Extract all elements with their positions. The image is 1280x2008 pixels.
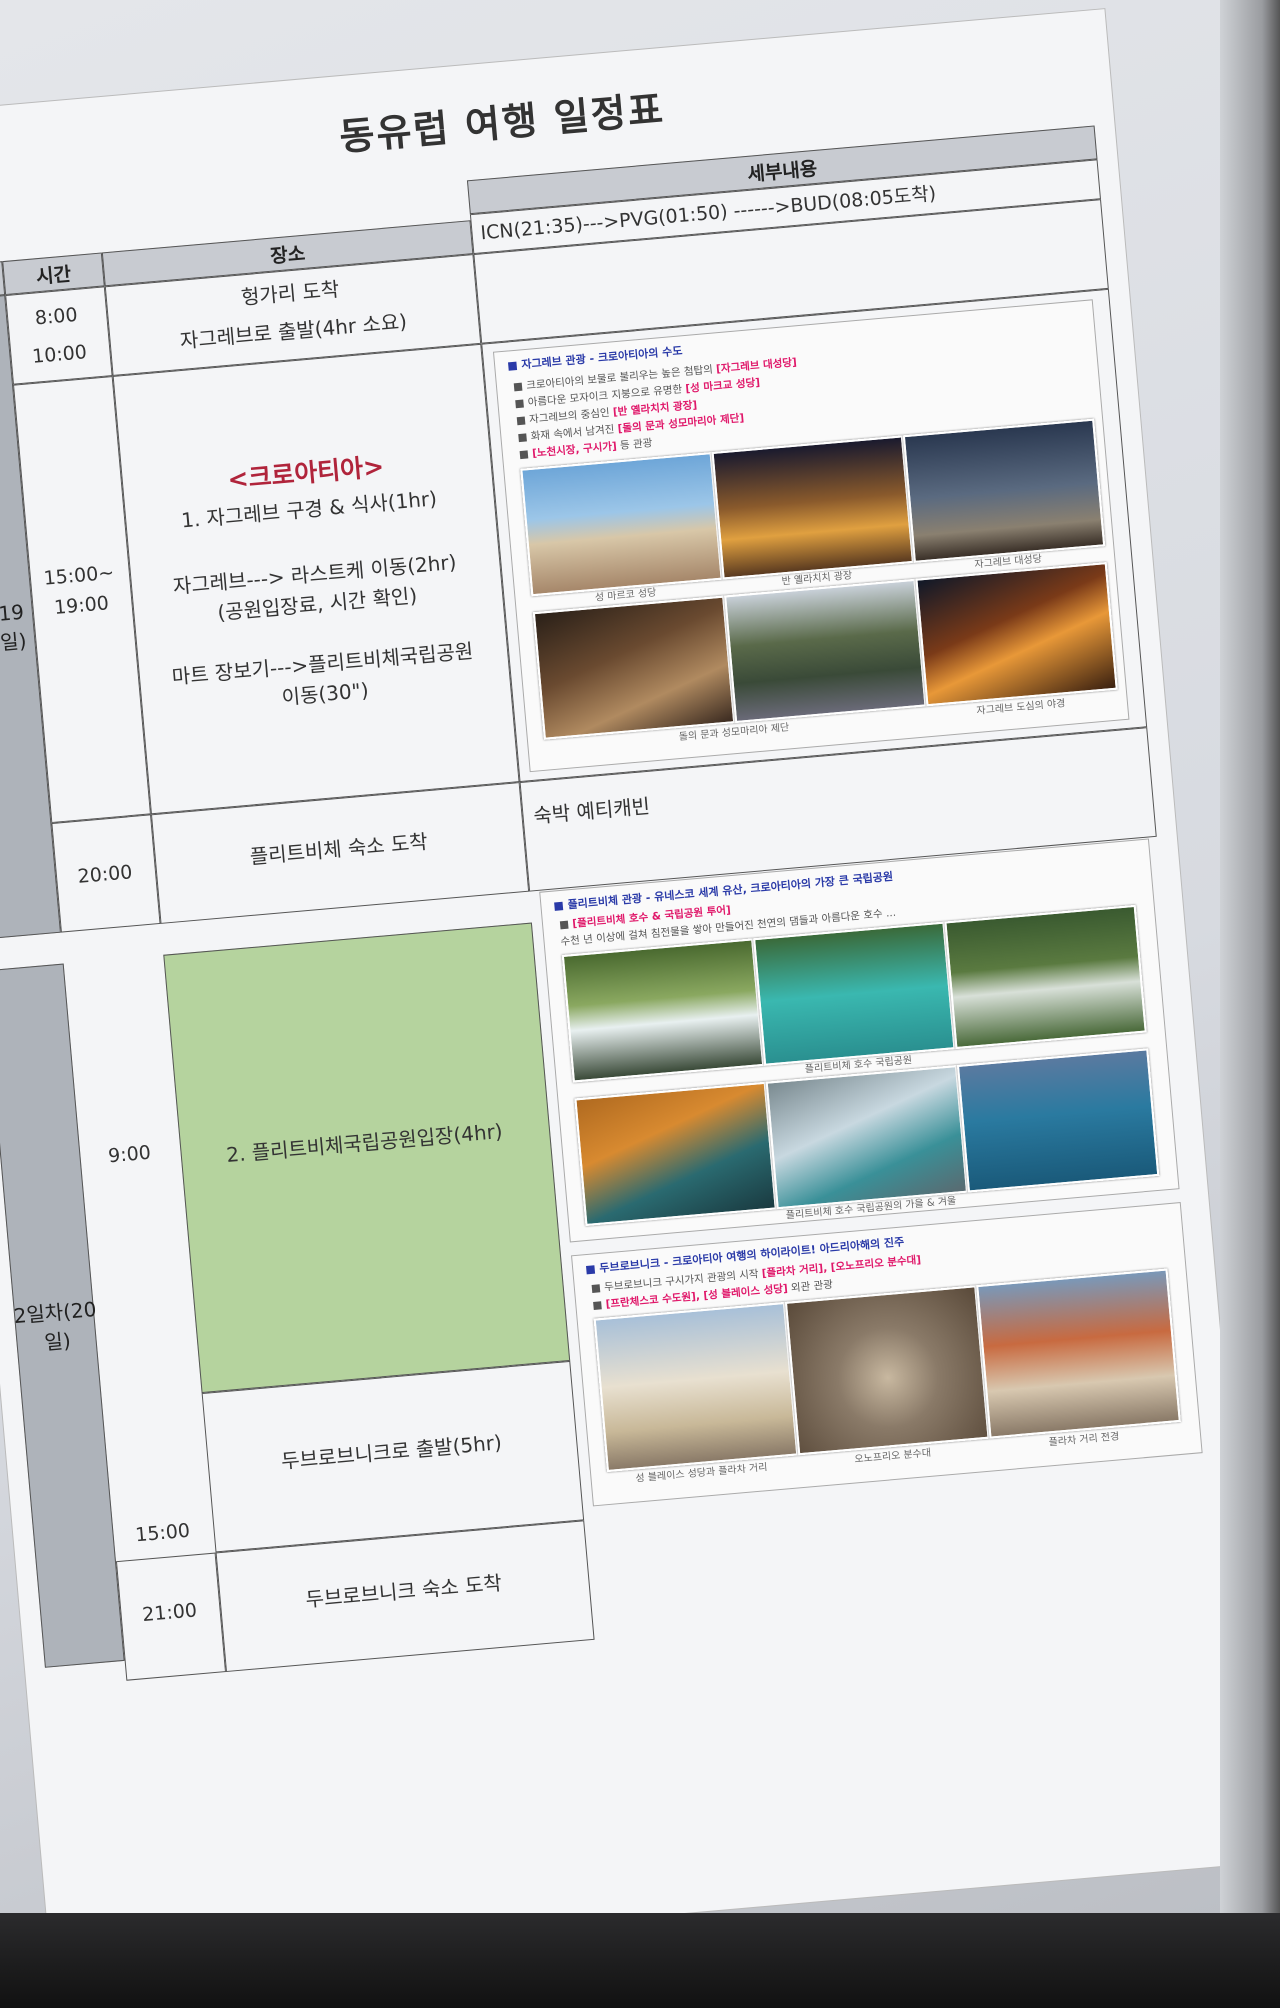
photo-zagreb-night (915, 562, 1118, 707)
photo-stradun-view (976, 1268, 1181, 1439)
time-15-00: 15:00 (134, 1519, 191, 1547)
photo-zagreb-street (724, 578, 927, 724)
day1-row1-time-cell: 8:00 10:00 (5, 286, 113, 385)
monitor-bezel-bottom (0, 1913, 1280, 2008)
plitvice-park-entry: 2. 플리트비체국립공원입장(4hr) (225, 1118, 504, 1167)
photo-stradun-street (593, 1301, 799, 1473)
time-8-00: 8:00 (34, 303, 79, 330)
day2-row3-time-cell: 21:00 (115, 1552, 227, 1681)
monitor-bezel-right (1220, 0, 1280, 2008)
day2-plitvice-cell: 2. 플리트비체국립공원입장(4hr) (163, 922, 571, 1394)
day1-row2-place-cell: <크로아티아> 1. 자그레브 구경 & 식사(1hr) 자그레브---> 라스… (112, 343, 520, 815)
dubrovnik-lodging-arrival: 두브로브니크 숙소 도착 (304, 1570, 503, 1612)
day2-row2-time-cell: 15:00 (102, 1393, 216, 1561)
document-page: 동유럽 여행 일정표 시간 장소 세부내용 1일차(19일) 8:00 10:0… (0, 0, 1280, 1969)
day1-label: 1일차(19일) (0, 599, 28, 655)
plitvice-tour-card: ■ 플리트비체 관광 - 유네스코 세계 유산, 크로아티아의 가장 큰 국립공… (539, 838, 1180, 1243)
photo-waterfall-2 (944, 904, 1147, 1050)
day1-row2-detail-cell: ■ 자그레브 관광 - 크로아티아의 수도 ■ 크로아티아의 보물로 불리우는 … (481, 288, 1148, 783)
lodging-yeti-cabin: 숙박 예티캐빈 (532, 793, 651, 828)
depart-dubrovnik: 두브로브니크로 출발(5hr) (280, 1430, 503, 1474)
dubrovnik-tour-card: ■ 두브로브니크 - 크로아티아 여행의 하이라이트! 아드리아해의 진주 ■ … (571, 1202, 1203, 1507)
time-10-00: 10:00 (31, 341, 88, 368)
photo-turquoise-lake (753, 921, 956, 1066)
time-15-19: 15:00~ 19:00 (42, 561, 116, 620)
photo-onofrio-fountain (784, 1285, 990, 1456)
photo-ban-jelacic-square (711, 435, 914, 580)
time-21-00: 21:00 (141, 1599, 198, 1627)
plitvice-lodging-arrival: 플리트비체 숙소 도착 (248, 829, 429, 869)
time-20-00: 20:00 (76, 861, 134, 888)
photo-blue-lake (956, 1048, 1160, 1193)
zagreb-tour-card: ■ 자그레브 관광 - 크로아티아의 수도 ■ 크로아티아의 보물로 불리우는 … (492, 299, 1130, 773)
time-9-00: 9:00 (107, 1141, 152, 1168)
photo-autumn-lake (574, 1081, 777, 1227)
day2-row2-place-cell: 두브로브니크로 출발(5hr) (201, 1360, 585, 1553)
photo-st-mark-church (520, 452, 723, 597)
itinerary-sheet: 동유럽 여행 일정표 시간 장소 세부내용 1일차(19일) 8:00 10:0… (0, 9, 1267, 1969)
photo-winter-falls (765, 1065, 969, 1210)
day1-row3-time-cell: 20:00 (51, 814, 161, 933)
photo-waterfall-1 (561, 938, 765, 1083)
photo-stone-gate (532, 595, 736, 740)
photo-zagreb-cathedral (902, 418, 1106, 563)
